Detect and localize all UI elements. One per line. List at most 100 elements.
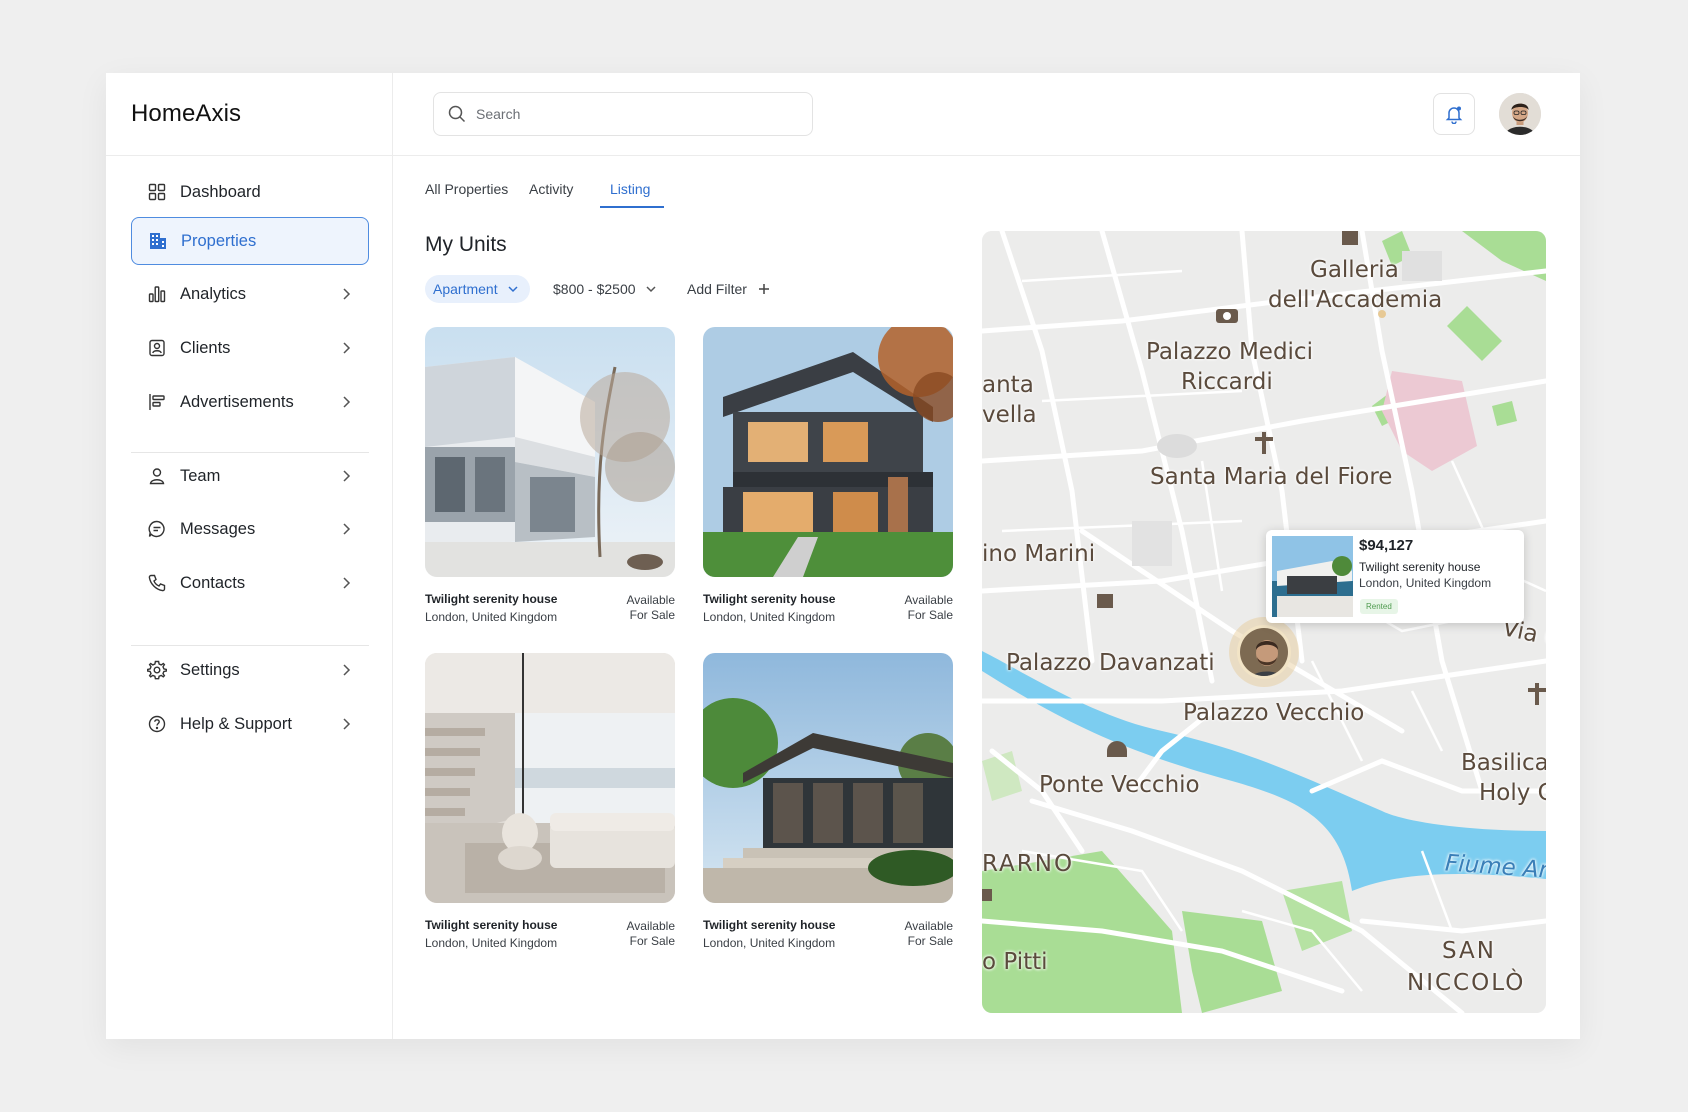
popup-location: London, United Kingdom	[1359, 576, 1492, 590]
chevron-right-icon	[343, 523, 351, 535]
chevron-right-icon	[343, 342, 351, 354]
map-label: Palazzo Davanzati	[1006, 650, 1215, 676]
sidebar-item-advertisements[interactable]: Advertisements	[131, 378, 369, 426]
sidebar-item-settings[interactable]: Settings	[131, 646, 369, 694]
price-filter-dropdown[interactable]: $800 - $2500	[553, 275, 658, 303]
map-label: dell'Accademia	[1268, 287, 1443, 313]
brand-logo: HomeAxis	[131, 100, 242, 127]
user-icon	[147, 466, 167, 486]
property-status: Available For Sale	[626, 919, 675, 948]
map-label: o Pitti	[982, 949, 1048, 975]
popup-property-name: Twilight serenity house	[1359, 560, 1481, 574]
price-filter-value: $800 - $2500	[553, 281, 636, 297]
property-image[interactable]	[703, 653, 953, 903]
sidebar-item-analytics[interactable]: Analytics	[131, 270, 369, 318]
avatar[interactable]	[1499, 93, 1541, 135]
popup-image	[1272, 536, 1353, 617]
property-status: Available For Sale	[904, 919, 953, 948]
property-name: Twilight serenity house	[703, 918, 836, 932]
contact-card-icon	[147, 338, 167, 358]
map-label: Holy C	[1479, 780, 1546, 806]
chevron-right-icon	[343, 718, 351, 730]
sidebar-item-dashboard[interactable]: Dashboard	[131, 168, 369, 216]
notification-button[interactable]	[1433, 93, 1475, 135]
property-location: London, United Kingdom	[425, 936, 558, 950]
chevron-down-icon	[646, 286, 656, 293]
tab-all-properties[interactable]: All Properties	[425, 181, 508, 197]
map-label: Palazzo Medici	[1146, 339, 1313, 365]
sidebar: HomeAxis Dashboard Properties Analytics	[106, 73, 393, 1039]
chevron-down-icon	[508, 286, 518, 293]
divider	[393, 155, 1580, 156]
add-filter-button[interactable]: Add Filter	[687, 275, 771, 303]
map-label: NICCOLÒ	[1407, 970, 1526, 996]
divider	[106, 155, 393, 156]
tab-listing[interactable]: Listing	[610, 181, 650, 197]
sidebar-item-messages[interactable]: Messages	[131, 505, 369, 553]
popup-price: $94,127	[1359, 537, 1414, 554]
sidebar-item-label: Clients	[180, 338, 231, 357]
bell-icon	[1445, 106, 1463, 124]
sidebar-item-label: Contacts	[180, 573, 246, 592]
search-placeholder: Search	[476, 106, 521, 122]
type-filter-dropdown[interactable]: Apartment	[425, 275, 530, 303]
sidebar-item-label: Properties	[181, 231, 257, 250]
phone-icon	[147, 573, 167, 593]
app-window: HomeAxis Dashboard Properties Analytics	[106, 73, 1580, 1039]
chevron-right-icon	[343, 396, 351, 408]
bar-chart-icon	[147, 284, 167, 304]
status-badge: Rented	[1360, 599, 1398, 614]
property-image[interactable]	[425, 327, 675, 577]
map-label: RARNO	[982, 851, 1075, 877]
property-status: Available For Sale	[626, 593, 675, 622]
chevron-right-icon	[343, 288, 351, 300]
plus-icon	[758, 284, 769, 294]
map-label: Galleria	[1310, 257, 1399, 283]
property-image[interactable]	[703, 327, 953, 577]
search-icon	[448, 105, 466, 123]
property-name: Twilight serenity house	[703, 592, 836, 606]
sidebar-item-properties[interactable]: Properties	[131, 217, 369, 265]
chevron-right-icon	[343, 664, 351, 676]
sidebar-item-label: Dashboard	[180, 182, 261, 201]
sidebar-item-label: Messages	[180, 519, 256, 538]
sidebar-item-label: Team	[180, 466, 221, 485]
sidebar-item-label: Help & Support	[180, 714, 292, 733]
map-label: Palazzo Vecchio	[1183, 700, 1365, 726]
search-input[interactable]: Search	[433, 92, 813, 136]
tab-activity[interactable]: Activity	[529, 181, 573, 197]
property-name: Twilight serenity house	[425, 592, 558, 606]
sidebar-item-help-support[interactable]: Help & Support	[131, 700, 369, 748]
page-title: My Units	[425, 233, 507, 256]
active-tab-indicator	[600, 206, 664, 208]
building-icon	[148, 231, 168, 251]
ads-icon	[147, 392, 167, 412]
map-label: ino Marini	[982, 541, 1096, 567]
sidebar-item-contacts[interactable]: Contacts	[131, 559, 369, 607]
property-status: Available For Sale	[904, 593, 953, 622]
type-filter-value: Apartment	[433, 281, 498, 297]
map-label: vella	[982, 402, 1037, 428]
property-location: London, United Kingdom	[425, 610, 558, 624]
sidebar-item-clients[interactable]: Clients	[131, 324, 369, 372]
map-label: SAN	[1442, 938, 1496, 964]
grid-icon	[147, 182, 167, 202]
property-location: London, United Kingdom	[703, 936, 836, 950]
property-image[interactable]	[425, 653, 675, 903]
help-icon	[147, 714, 167, 734]
map-label: Santa Maria del Fiore	[1150, 464, 1393, 490]
map-label: Ponte Vecchio	[1039, 772, 1200, 798]
map-label: anta	[982, 372, 1034, 398]
sidebar-item-label: Settings	[180, 660, 240, 679]
gear-icon	[147, 660, 167, 680]
map-label: Riccardi	[1181, 369, 1273, 395]
chat-icon	[147, 519, 167, 539]
property-location: London, United Kingdom	[703, 610, 836, 624]
sidebar-item-team[interactable]: Team	[131, 452, 369, 500]
sidebar-item-label: Analytics	[180, 284, 247, 303]
property-popup[interactable]: $94,127 Twilight serenity house London, …	[1266, 530, 1524, 623]
map-pin-avatar[interactable]	[1237, 625, 1291, 679]
property-name: Twilight serenity house	[425, 918, 558, 932]
map-label: Basilica	[1461, 750, 1546, 776]
chevron-right-icon	[343, 577, 351, 589]
